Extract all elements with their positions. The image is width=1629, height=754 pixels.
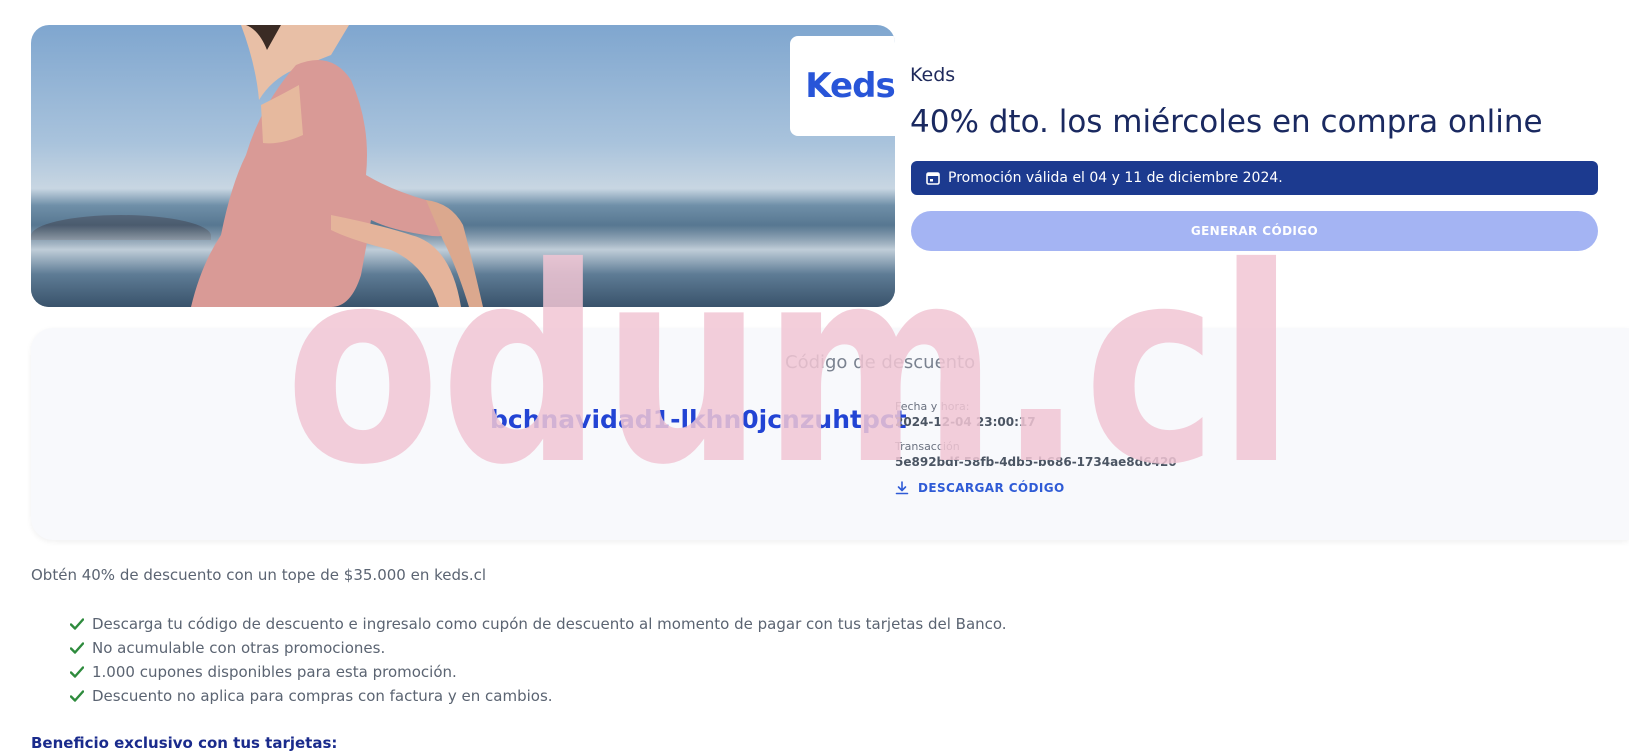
datetime-label: Fecha y hora:: [895, 400, 970, 413]
conditions-list: Descarga tu código de descuento e ingres…: [70, 612, 1007, 708]
list-item-text: No acumulable con otras promociones.: [92, 639, 386, 657]
download-code-label: DESCARGAR CÓDIGO: [918, 481, 1065, 495]
list-item: Descuento no aplica para compras con fac…: [70, 684, 1007, 708]
validity-text: Promoción válida el 04 y 11 de diciembre…: [948, 170, 1283, 186]
promo-hero-image: Keds: [31, 25, 895, 307]
brand-logo: Keds: [805, 66, 895, 106]
list-item-text: 1.000 cupones disponibles para esta prom…: [92, 663, 457, 681]
download-icon: [895, 481, 909, 495]
list-item: 1.000 cupones disponibles para esta prom…: [70, 660, 1007, 684]
code-label: Código de descuento: [785, 352, 976, 373]
check-icon: [70, 690, 84, 702]
brand-logo-card: Keds: [790, 36, 895, 136]
generate-code-button[interactable]: GENERAR CÓDIGO: [911, 211, 1598, 251]
download-code-link[interactable]: DESCARGAR CÓDIGO: [895, 481, 1065, 495]
list-item: Descarga tu código de descuento e ingres…: [70, 612, 1007, 636]
brand-name: Keds: [910, 64, 956, 86]
list-item-text: Descarga tu código de descuento e ingres…: [92, 615, 1007, 633]
check-icon: [70, 666, 84, 678]
transaction-label: Transacción: [895, 440, 960, 453]
check-icon: [70, 618, 84, 630]
list-item-text: Descuento no aplica para compras con fac…: [92, 687, 553, 705]
validity-banner: Promoción válida el 04 y 11 de diciembre…: [911, 161, 1598, 195]
list-item: No acumulable con otras promociones.: [70, 636, 1007, 660]
datetime-value: 2024-12-04 23:00:17: [895, 415, 1036, 429]
exclusive-benefit-heading: Beneficio exclusivo con tus tarjetas:: [31, 734, 338, 752]
transaction-value: 5e892bdf-58fb-4db5-b686-1734ae8d6420: [895, 455, 1177, 469]
discount-code-value: bchnavidad1-lkhn0jcnzuhtpct: [490, 405, 907, 434]
hero-person-figure: [191, 25, 483, 307]
promo-description: Obtén 40% de descuento con un tope de $3…: [31, 566, 486, 584]
check-icon: [70, 642, 84, 654]
calendar-icon: [926, 172, 940, 185]
promo-title: 40% dto. los miércoles en compra online: [910, 104, 1543, 140]
